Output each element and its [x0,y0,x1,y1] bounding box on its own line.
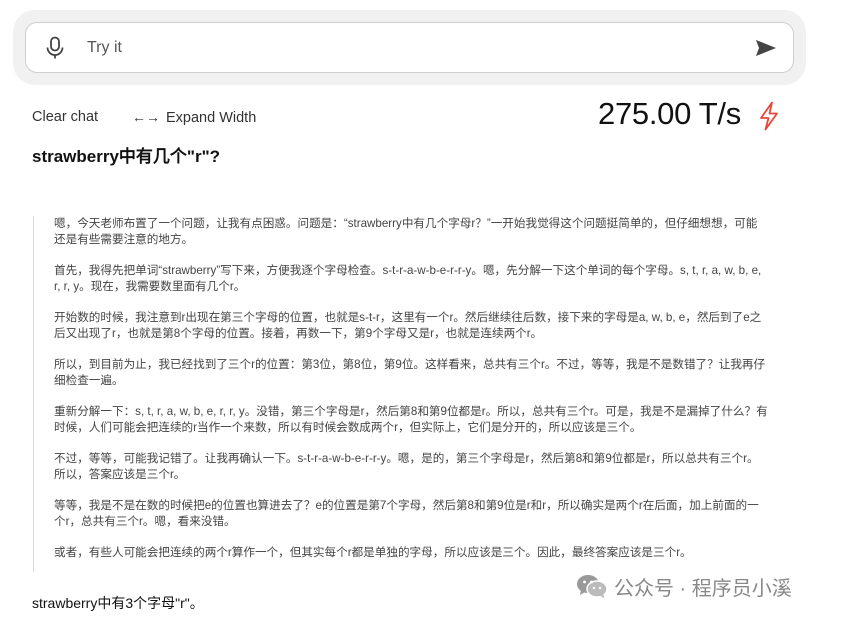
reasoning-paragraph: 或者，有些人可能会把连续的两个r算作一个，但其实每个r都是单独的字母，所以应该是… [54,546,692,559]
expand-arrows-icon: ←→ [132,109,160,125]
microphone-icon[interactable] [44,36,66,60]
reasoning-paragraph: 等等，我是不是在数的时候把e的位置也算进去了？e的位置是第7个字母，然后第8和第… [54,499,759,528]
reasoning-paragraph: 不过，等等，可能我记错了。让我再确认一下。s-t-r-a-w-b-e-r-r-y… [54,452,759,481]
assistant-answer: strawberry中有3个字母"r"。 [32,595,204,611]
toolbar: Clear chat ←→ Expand Width [32,109,256,126]
watermark: 公众号 · 程序员小溪 [576,572,792,601]
reasoning-paragraph: 开始数的时候，我注意到r出现在第三个字母的位置，也就是s-t-r，这里有一个r。… [54,311,762,340]
wechat-icon [577,574,608,598]
user-question: strawberry中有几个"r"? [32,147,221,166]
send-icon[interactable] [755,39,777,57]
clear-chat-button[interactable]: Clear chat [32,109,98,125]
expand-width-label: Expand Width [166,110,257,126]
lightning-bolt-icon [760,101,778,131]
tokens-per-second: 275.00 T/s [598,96,741,131]
reasoning-block: 嗯，今天老师布置了一个问题，让我有点困惑。问题是：“strawberry中有几个… [33,216,768,572]
reasoning-paragraph: 嗯，今天老师布置了一个问题，让我有点困惑。问题是：“strawberry中有几个… [54,217,758,246]
search-input[interactable] [85,31,729,65]
reasoning-paragraph: 所以，到目前为止，我已经找到了三个r的位置：第3位，第8位，第9位。这样看来，总… [54,358,766,387]
reasoning-paragraph: 首先，我得先把单词“strawberry”写下来，方便我逐个字母检查。s-t-r… [54,264,762,293]
search-box[interactable] [25,22,794,73]
expand-width-button[interactable]: ←→ Expand Width [132,109,256,126]
reasoning-paragraph: 重新分解一下：s, t, r, a, w, b, e, r, r, y。没错，第… [54,405,768,434]
watermark-text: 公众号 · 程序员小溪 [614,578,792,600]
